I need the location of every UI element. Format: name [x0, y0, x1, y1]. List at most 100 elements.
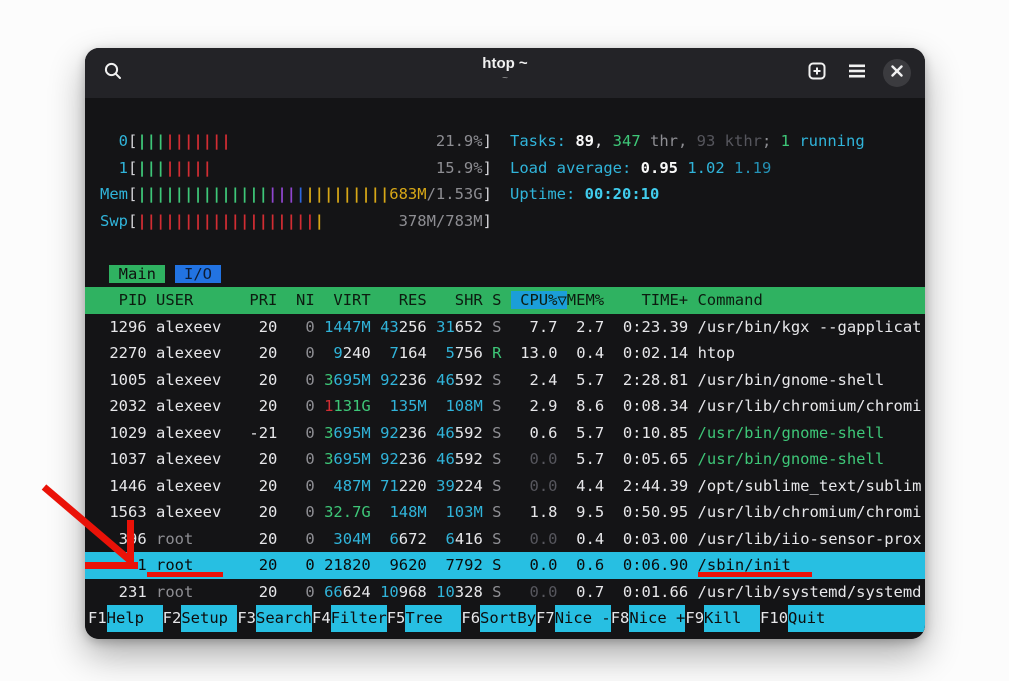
cell-user: root [156, 556, 240, 574]
fnlabel-setup[interactable]: Setup [181, 605, 237, 632]
col-time[interactable]: TIME+ [613, 291, 688, 309]
cell-ni: 0 [287, 583, 315, 601]
meter-bar: |||||||||||||||||||||||||||683M/1.53G [137, 181, 482, 208]
process-row[interactable]: 1029 alexeev -21 0 3695M 92236 46592 S 0… [85, 420, 925, 447]
process-row-selected[interactable]: 1 root 20 0 21820 9620 7792 S 0.0 0.6 0:… [85, 552, 925, 579]
fnkey-f4[interactable]: F4 [312, 605, 331, 632]
cell-pri: 20 [249, 344, 277, 362]
fnlabel-tree[interactable]: Tree [405, 605, 461, 632]
search-icon [103, 61, 123, 86]
fnkey-f8[interactable]: F8 [611, 605, 630, 632]
col-mem[interactable]: MEM% [567, 291, 604, 309]
cell-res: 135M [380, 397, 427, 415]
cell-res: 92236 [380, 450, 427, 468]
col-cpu[interactable]: CPU%▽ [511, 291, 567, 309]
cell-cmd: /sbin/init [698, 556, 791, 574]
close-button[interactable] [883, 59, 911, 87]
cell-cpu: 13.0 [511, 344, 558, 362]
cell-ni: 0 [287, 503, 315, 521]
meter-label: Mem [100, 181, 128, 208]
process-row[interactable]: 1296 alexeev 20 0 1447M 43256 31652 S 7.… [85, 314, 925, 341]
fnkey-f7[interactable]: F7 [536, 605, 555, 632]
process-row[interactable]: 2270 alexeev 20 0 9240 7164 5756 R 13.0 … [85, 340, 925, 367]
col-shr[interactable]: SHR [436, 291, 483, 309]
menu-button[interactable] [843, 59, 871, 87]
cell-virt: 32.7G [324, 503, 371, 521]
cell-pid: 1 [100, 556, 147, 574]
cell-cmd: /usr/lib/chromium/chromi [698, 503, 922, 521]
fnkey-f9[interactable]: F9 [685, 605, 704, 632]
cell-pri: 20 [249, 530, 277, 548]
col-s[interactable]: S [492, 291, 501, 309]
fnlabel-sortby[interactable]: SortBy [480, 605, 536, 632]
fnkey-f1[interactable]: F1 [88, 605, 107, 632]
process-row[interactable]: 231 root 20 0 66624 10968 10328 S 0.0 0.… [85, 579, 925, 606]
fnlabel-nice-[interactable]: Nice - [555, 605, 611, 632]
col-pid[interactable]: PID [100, 291, 147, 309]
process-row[interactable]: 1005 alexeev 20 0 3695M 92236 46592 S 2.… [85, 367, 925, 394]
cell-user: alexeev [156, 318, 240, 336]
cell-user: alexeev [156, 503, 240, 521]
sysinfo-uptime: Uptime: 00:20:10 [510, 181, 865, 208]
new-tab-button[interactable] [803, 59, 831, 87]
cell-user: alexeev [156, 477, 240, 495]
cell-cpu: 0.0 [511, 530, 558, 548]
process-row[interactable]: 1563 alexeev 20 0 32.7G 148M 103M S 1.8 … [85, 499, 925, 526]
cell-shr: 6416 [436, 530, 483, 548]
process-row[interactable]: 2032 alexeev 20 0 1131G 135M 108M S 2.9 … [85, 393, 925, 420]
cell-s: S [492, 424, 501, 442]
fnkey-f10[interactable]: F10 [760, 605, 788, 632]
cell-shr: 46592 [436, 424, 483, 442]
tab-main[interactable]: Main [109, 265, 165, 283]
cell-virt: 3695M [324, 424, 371, 442]
cell-s: S [492, 450, 501, 468]
cell-virt: 66624 [324, 583, 371, 601]
cell-cpu: 7.7 [511, 318, 558, 336]
cell-ni: 0 [287, 450, 315, 468]
fnlabel-help[interactable]: Help [107, 605, 163, 632]
search-button[interactable] [99, 59, 127, 87]
cell-shr: 5756 [436, 344, 483, 362]
cell-cmd: /usr/lib/systemd/systemd [698, 583, 922, 601]
process-row[interactable]: 396 root 20 0 304M 6672 6416 S 0.0 0.4 0… [85, 526, 925, 553]
cell-pid: 1296 [100, 318, 147, 336]
fnkey-f3[interactable]: F3 [237, 605, 256, 632]
cell-mem: 0.4 [567, 344, 604, 362]
tab-i-o[interactable]: I/O [175, 265, 222, 283]
cell-pid: 396 [100, 530, 147, 548]
cell-shr: 46592 [436, 371, 483, 389]
process-row[interactable]: 1446 alexeev 20 0 487M 71220 39224 S 0.0… [85, 473, 925, 500]
meter-bar: ||||||||15.9% [137, 155, 482, 182]
cell-mem: 0.4 [567, 530, 604, 548]
col-cmd[interactable]: Command [697, 291, 762, 309]
cell-cpu: 2.9 [511, 397, 558, 415]
fnkey-f5[interactable]: F5 [387, 605, 406, 632]
fnlabel-filter[interactable]: Filter [331, 605, 387, 632]
cell-mem: 9.5 [567, 503, 604, 521]
cell-res: 92236 [380, 424, 427, 442]
hamburger-menu-icon [848, 63, 866, 84]
process-row[interactable]: 1037 alexeev 20 0 3695M 92236 46592 S 0.… [85, 446, 925, 473]
fnlabel-quit[interactable]: Quit [788, 605, 925, 632]
cell-ni: 0 [287, 397, 315, 415]
fnlabel-search[interactable]: Search [256, 605, 312, 632]
sysinfo-load-average: Load average: 0.95 1.02 1.19 [510, 155, 865, 182]
system-info: Tasks: 89, 347 thr, 93 kthr; 1 runningLo… [510, 128, 865, 208]
cell-time: 0:03.00 [614, 530, 689, 548]
col-ni[interactable]: NI [287, 291, 315, 309]
fnkey-f6[interactable]: F6 [461, 605, 480, 632]
col-pri[interactable]: PRI [249, 291, 277, 309]
fnlabel-nice-[interactable]: Nice + [629, 605, 685, 632]
cell-virt: 3695M [324, 450, 371, 468]
col-virt[interactable]: VIRT [324, 291, 371, 309]
console-window: htop ~ ~ 0[||||||||||21.9%]1[||||||||15.… [85, 48, 925, 639]
fnkey-f2[interactable]: F2 [163, 605, 182, 632]
cell-cpu: 0.0 [511, 556, 558, 574]
cell-s: S [492, 503, 501, 521]
fnlabel-kill[interactable]: Kill [704, 605, 760, 632]
cell-res: 71220 [380, 477, 427, 495]
col-res[interactable]: RES [380, 291, 427, 309]
cell-shr: 103M [436, 503, 483, 521]
cell-cpu: 2.4 [511, 371, 558, 389]
col-user[interactable]: USER [156, 291, 240, 309]
